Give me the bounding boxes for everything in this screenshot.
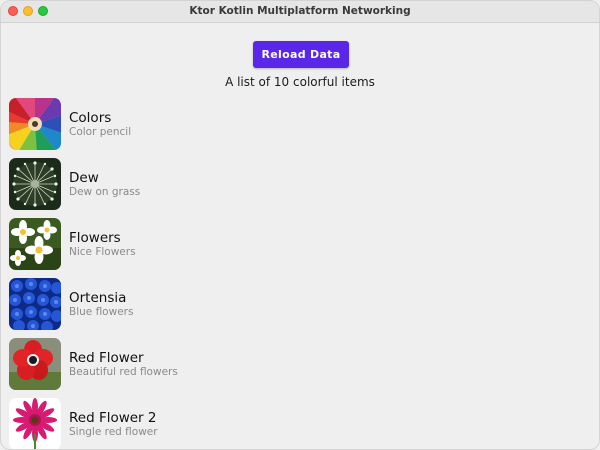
color-pencils-image (9, 98, 61, 150)
item-title: Dew (69, 169, 99, 186)
window-title: Ktor Kotlin Multiplatform Networking (189, 5, 411, 17)
item-subtitle: Blue flowers (69, 305, 134, 318)
list-item[interactable]: Dew Dew on grass (9, 154, 599, 214)
items-summary: A list of 10 colorful items (225, 75, 375, 89)
dew-dandelion-image (9, 158, 61, 210)
list-item[interactable]: Ortensia Blue flowers (9, 274, 599, 334)
blue-hydrangea-image (9, 278, 61, 330)
item-subtitle: Dew on grass (69, 185, 141, 198)
item-subtitle: Single red flower (69, 425, 158, 438)
red-anemone-image (9, 338, 61, 390)
main-content: Reload Data A list of 10 colorful items (1, 23, 599, 449)
item-subtitle: Beautiful red flowers (69, 365, 178, 378)
list-item[interactable]: Red Flower Beautiful red flowers (9, 334, 599, 394)
reload-data-button[interactable]: Reload Data (253, 41, 349, 68)
list-item[interactable]: Flowers Nice Flowers (9, 214, 599, 274)
item-subtitle: Color pencil (69, 125, 132, 138)
item-title: Red Flower (69, 349, 144, 366)
list-item[interactable]: Colors Color pencil (9, 94, 599, 154)
white-flowers-image (9, 218, 61, 270)
app-window: Ktor Kotlin Multiplatform Networking Rel… (0, 0, 600, 450)
item-subtitle: Nice Flowers (69, 245, 136, 258)
item-title: Colors (69, 109, 112, 126)
item-title: Flowers (69, 229, 121, 246)
item-title: Red Flower 2 (69, 409, 157, 426)
items-list: Colors Color pencil Dew Dew on grass Flo… (9, 94, 599, 449)
title-bar: Ktor Kotlin Multiplatform Networking (1, 1, 599, 23)
pink-gerbera-image (9, 398, 61, 449)
item-title: Ortensia (69, 289, 127, 306)
list-item[interactable]: Red Flower 2 Single red flower (9, 394, 599, 449)
